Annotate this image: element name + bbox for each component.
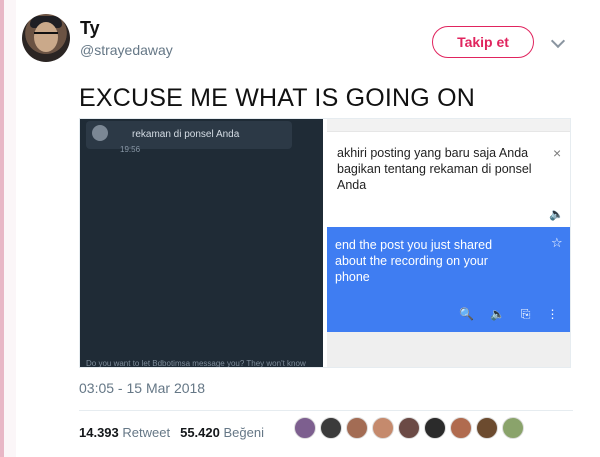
likes-label: Beğeni	[223, 425, 264, 440]
follow-button[interactable]: Takip et	[432, 26, 534, 58]
liker-avatar[interactable]	[424, 417, 446, 439]
translate-target-box: end the post you just shared about the r…	[327, 227, 570, 332]
chat-screenshot: rekaman di ponsel Anda 19:56 Do you want…	[80, 119, 323, 367]
search-icon: 🔍	[459, 307, 474, 321]
bottom-gray	[327, 332, 570, 367]
glasses-shape	[34, 32, 58, 40]
divider	[79, 410, 573, 411]
liker-avatar[interactable]	[372, 417, 394, 439]
likes-stat[interactable]: 55.420 Beğeni	[180, 425, 264, 440]
liker-avatar[interactable]	[320, 417, 342, 439]
chevron-down-icon[interactable]	[550, 33, 566, 49]
translate-actions: 🔍 🔈 ⎘ ⋮	[459, 307, 559, 322]
retweets-label: Retweet	[122, 425, 171, 440]
chat-message: rekaman di ponsel Anda	[132, 129, 240, 140]
follow-button-label: Takip et	[457, 34, 509, 50]
chat-footer: Do you want to let Bdbotimsa message you…	[86, 359, 306, 368]
avatar[interactable]	[22, 14, 70, 62]
retweets-stat[interactable]: 14.393 Retweet	[79, 425, 170, 440]
tweet-media[interactable]: rekaman di ponsel Anda 19:56 Do you want…	[79, 118, 571, 368]
speaker-icon: 🔈	[489, 307, 505, 321]
top-strip	[327, 119, 570, 132]
tweet-text: EXCUSE ME WHAT IS GOING ON	[79, 84, 475, 112]
copy-icon: ⎘	[520, 307, 531, 321]
chat-avatar	[92, 125, 108, 141]
display-name[interactable]: Ty	[80, 18, 100, 39]
liker-avatar[interactable]	[476, 417, 498, 439]
chat-time: 19:56	[120, 145, 141, 154]
translate-target: end the post you just shared about the r…	[335, 238, 493, 284]
tweet-stats: 14.393 Retweet 55.420 Beğeni	[79, 425, 264, 440]
user-handle[interactable]: @strayedaway	[80, 42, 173, 58]
more-vertical-icon: ⋮	[546, 307, 559, 321]
translate-source: akhiri posting yang baru saja Anda bagik…	[337, 146, 532, 192]
close-icon: ×	[553, 145, 562, 161]
liker-avatar[interactable]	[398, 417, 420, 439]
translate-panel: akhiri posting yang baru saja Anda bagik…	[327, 119, 570, 367]
liker-avatar[interactable]	[294, 417, 316, 439]
liker-avatar[interactable]	[346, 417, 368, 439]
retweets-count: 14.393	[79, 425, 119, 440]
left-margin-strip	[4, 0, 16, 457]
liker-avatar[interactable]	[450, 417, 472, 439]
liker-avatars	[294, 417, 524, 439]
speaker-icon: 🔈	[549, 207, 564, 221]
liker-avatar[interactable]	[502, 417, 524, 439]
tweet-timestamp[interactable]: 03:05 - 15 Mar 2018	[79, 380, 205, 396]
likes-count: 55.420	[180, 425, 220, 440]
star-icon: ☆	[551, 235, 563, 250]
chat-bubble: rekaman di ponsel Anda	[86, 121, 292, 149]
